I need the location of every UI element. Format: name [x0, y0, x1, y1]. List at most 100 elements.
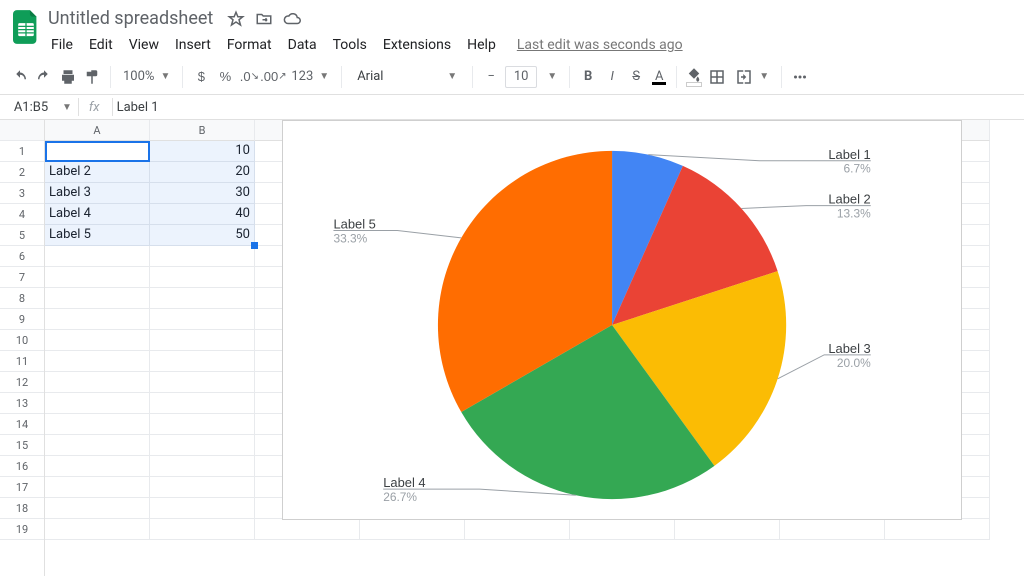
- cell[interactable]: [45, 477, 150, 498]
- cell[interactable]: [570, 519, 675, 540]
- cell[interactable]: [45, 414, 150, 435]
- merge-cells-button[interactable]: ▼: [731, 68, 773, 86]
- row-header[interactable]: 12: [0, 372, 44, 393]
- font-family-dropdown[interactable]: Arial▼: [350, 68, 464, 85]
- cell[interactable]: 30: [150, 183, 255, 204]
- row-header[interactable]: 7: [0, 267, 44, 288]
- cell[interactable]: [45, 372, 150, 393]
- cell[interactable]: [45, 393, 150, 414]
- paint-format-button[interactable]: [82, 64, 102, 90]
- cell[interactable]: [150, 477, 255, 498]
- increase-decimal-button[interactable]: .00↗: [263, 64, 283, 90]
- cell[interactable]: [150, 456, 255, 477]
- print-button[interactable]: [58, 64, 78, 90]
- row-header[interactable]: 15: [0, 435, 44, 456]
- cell[interactable]: 10: [150, 141, 255, 162]
- cell[interactable]: Label 3: [45, 183, 150, 204]
- row-header[interactable]: 19: [0, 519, 44, 540]
- sheets-logo-icon[interactable]: [8, 6, 44, 44]
- cell[interactable]: [360, 519, 465, 540]
- cell[interactable]: [150, 519, 255, 540]
- sheet-grid[interactable]: for(let i=1;i<=19;i++)document.write('<d…: [0, 120, 1024, 576]
- row-header[interactable]: 14: [0, 414, 44, 435]
- cell[interactable]: [255, 519, 360, 540]
- cell[interactable]: [45, 498, 150, 519]
- bold-button[interactable]: B: [578, 64, 598, 90]
- formula-input[interactable]: Label 1: [113, 100, 159, 115]
- borders-button[interactable]: [707, 64, 727, 90]
- cell[interactable]: Label 4: [45, 204, 150, 225]
- row-header[interactable]: 10: [0, 330, 44, 351]
- row-header[interactable]: 5: [0, 225, 44, 246]
- name-box[interactable]: A1:B5: [0, 100, 62, 115]
- cell[interactable]: [150, 246, 255, 267]
- row-header[interactable]: 18: [0, 498, 44, 519]
- row-header[interactable]: 1: [0, 141, 44, 162]
- cell[interactable]: [675, 519, 780, 540]
- strike-button[interactable]: S: [626, 64, 646, 90]
- font-size-increase-button[interactable]: ▼: [541, 64, 561, 90]
- doc-title[interactable]: Untitled spreadsheet: [44, 6, 217, 31]
- decrease-decimal-button[interactable]: .0↘: [239, 64, 259, 90]
- more-toolbar-button[interactable]: [790, 64, 810, 90]
- percent-button[interactable]: %: [215, 64, 235, 90]
- cell[interactable]: Label 5: [45, 225, 150, 246]
- cell[interactable]: [150, 435, 255, 456]
- italic-button[interactable]: I: [602, 64, 622, 90]
- cloud-saved-icon[interactable]: [283, 10, 301, 28]
- cell[interactable]: [150, 330, 255, 351]
- zoom-dropdown[interactable]: 100%▼: [119, 69, 174, 84]
- cell[interactable]: Label 1: [45, 141, 150, 162]
- cell[interactable]: Label 2: [45, 162, 150, 183]
- menu-help[interactable]: Help: [460, 33, 503, 57]
- row-header[interactable]: 4: [0, 204, 44, 225]
- font-size-input[interactable]: 10: [505, 66, 537, 88]
- last-edit-link[interactable]: Last edit was seconds ago: [517, 37, 683, 53]
- row-header[interactable]: 2: [0, 162, 44, 183]
- row-header[interactable]: 13: [0, 393, 44, 414]
- row-header[interactable]: 8: [0, 288, 44, 309]
- menu-edit[interactable]: Edit: [82, 33, 120, 57]
- menu-insert[interactable]: Insert: [168, 33, 218, 57]
- menu-tools[interactable]: Tools: [326, 33, 374, 57]
- cell[interactable]: [150, 309, 255, 330]
- cell[interactable]: [780, 519, 885, 540]
- row-header[interactable]: 3: [0, 183, 44, 204]
- menu-data[interactable]: Data: [281, 33, 324, 57]
- cell[interactable]: [45, 435, 150, 456]
- cell[interactable]: 40: [150, 204, 255, 225]
- row-header[interactable]: 6: [0, 246, 44, 267]
- cell[interactable]: 50: [150, 225, 255, 246]
- cell[interactable]: [150, 288, 255, 309]
- cell[interactable]: [45, 288, 150, 309]
- currency-button[interactable]: $: [191, 64, 211, 90]
- cell[interactable]: [150, 267, 255, 288]
- pie-chart-object[interactable]: Label 16.7%Label 213.3%Label 320.0%Label…: [282, 120, 962, 520]
- cell[interactable]: [150, 351, 255, 372]
- col-header[interactable]: A: [45, 120, 150, 141]
- more-formats-dropdown[interactable]: 123▼: [287, 69, 333, 84]
- text-color-button[interactable]: A: [650, 64, 668, 90]
- cell[interactable]: [885, 519, 990, 540]
- cell[interactable]: [150, 393, 255, 414]
- cell[interactable]: [150, 498, 255, 519]
- menu-format[interactable]: Format: [220, 33, 279, 57]
- menu-file[interactable]: File: [44, 33, 80, 57]
- cell[interactable]: [45, 456, 150, 477]
- star-icon[interactable]: [227, 10, 245, 28]
- name-box-caret-icon[interactable]: ▼: [62, 102, 78, 113]
- menu-extensions[interactable]: Extensions: [376, 33, 458, 57]
- select-all-corner[interactable]: [0, 120, 44, 141]
- cell[interactable]: 20: [150, 162, 255, 183]
- menu-view[interactable]: View: [122, 33, 166, 57]
- cell[interactable]: [465, 519, 570, 540]
- cell[interactable]: [150, 372, 255, 393]
- cell[interactable]: [45, 267, 150, 288]
- cell[interactable]: [150, 414, 255, 435]
- cell[interactable]: [45, 309, 150, 330]
- row-header[interactable]: 16: [0, 456, 44, 477]
- move-folder-icon[interactable]: [255, 10, 273, 28]
- cell[interactable]: [45, 351, 150, 372]
- cell[interactable]: [45, 330, 150, 351]
- undo-button[interactable]: [10, 64, 30, 90]
